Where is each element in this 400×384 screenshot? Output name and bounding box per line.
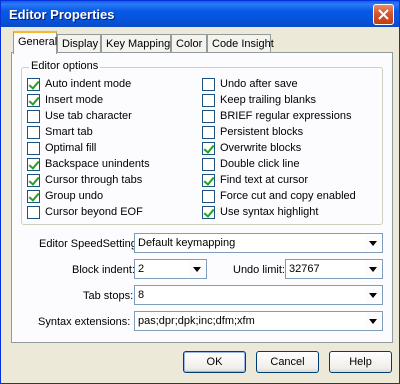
tab-color[interactable]: Color xyxy=(171,34,207,53)
syntax-extensions-value: pas;dpr;dpk;inc;dfm;xfm xyxy=(138,315,255,327)
checkbox-label: Group undo xyxy=(45,190,104,202)
checkbox-label: Overwrite blocks xyxy=(220,142,302,154)
checkbox[interactable] xyxy=(202,206,215,219)
tab-stops-select[interactable]: 8 xyxy=(134,285,383,305)
chevron-down-icon[interactable] xyxy=(365,261,381,277)
chevron-down-icon[interactable] xyxy=(365,313,381,329)
checkbox-label: Optimal fill xyxy=(45,142,97,154)
checkbox-label: BRIEF regular expressions xyxy=(220,110,352,122)
help-button[interactable]: Help xyxy=(329,351,392,373)
checkbox-label: Double click line xyxy=(220,158,300,170)
tab-stops-value: 8 xyxy=(138,289,145,301)
checkbox-label: Undo after save xyxy=(220,78,298,90)
checkbox-label: Smart tab xyxy=(45,126,93,138)
checkbox[interactable] xyxy=(202,158,215,171)
undo-limit-label: Undo limit: xyxy=(233,264,285,276)
checkbox[interactable] xyxy=(27,78,40,91)
syntax-extensions-select[interactable]: pas;dpr;dpk;inc;dfm;xfm xyxy=(134,311,383,331)
block-indent-value: 2 xyxy=(138,263,145,275)
undo-limit-select[interactable]: 32767 xyxy=(285,259,383,279)
tab-general[interactable]: General xyxy=(13,31,57,54)
checkbox-label: Use syntax highlight xyxy=(220,206,319,218)
chevron-down-icon[interactable] xyxy=(189,261,205,277)
tab-label: Code Insight xyxy=(212,38,274,50)
title-bar[interactable]: Editor Properties xyxy=(1,1,399,27)
cancel-button-label: Cancel xyxy=(270,356,305,368)
checkbox[interactable] xyxy=(27,94,40,107)
checkbox[interactable] xyxy=(202,110,215,123)
block-indent-label: Block indent: xyxy=(72,264,135,276)
speedsetting-label: Editor SpeedSetting: xyxy=(39,238,140,250)
help-button-label: Help xyxy=(349,356,372,368)
checkbox[interactable] xyxy=(202,94,215,107)
checkbox[interactable] xyxy=(202,78,215,91)
cancel-button[interactable]: Cancel xyxy=(256,351,319,373)
tab-label: Display xyxy=(62,38,99,50)
checkbox-label: Find text at cursor xyxy=(220,174,309,186)
checkbox[interactable] xyxy=(27,158,40,171)
checkbox[interactable] xyxy=(27,110,40,123)
close-button[interactable] xyxy=(373,4,394,25)
chevron-down-icon[interactable] xyxy=(365,287,381,303)
checkbox[interactable] xyxy=(202,142,215,155)
checkbox[interactable] xyxy=(202,174,215,187)
tab-display[interactable]: Display xyxy=(57,34,101,53)
checkbox-label: Backspace unindents xyxy=(45,158,150,170)
tab-stops-label: Tab stops: xyxy=(83,290,134,302)
speedsetting-select[interactable]: Default keymapping xyxy=(134,233,383,253)
checkbox-label: Keep trailing blanks xyxy=(220,94,317,106)
checkbox-label: Use tab character xyxy=(45,110,132,122)
checkbox[interactable] xyxy=(27,174,40,187)
tab-label: General xyxy=(18,36,58,48)
window-title: Editor Properties xyxy=(9,7,115,22)
checkbox-label: Insert mode xyxy=(45,94,104,106)
chevron-down-icon[interactable] xyxy=(365,235,381,251)
editor-options-group: Editor options Auto indent mode Insert m… xyxy=(21,60,383,225)
close-icon xyxy=(378,9,389,20)
tab-label: Key Mappings xyxy=(106,38,176,50)
general-tab-panel: Editor options Auto indent mode Insert m… xyxy=(11,52,393,343)
checkbox[interactable] xyxy=(202,126,215,139)
editor-properties-dialog: Editor Properties General Display Key Ma… xyxy=(0,0,400,384)
checkbox-label: Force cut and copy enabled xyxy=(220,190,356,202)
undo-limit-value: 32767 xyxy=(289,263,320,275)
checkbox-label: Auto indent mode xyxy=(45,78,132,90)
checkbox-label: Persistent blocks xyxy=(220,126,304,138)
ok-button-label: OK xyxy=(206,356,223,368)
checkbox[interactable] xyxy=(27,126,40,139)
checkbox[interactable] xyxy=(27,190,40,203)
speedsetting-value: Default keymapping xyxy=(138,237,236,249)
group-label: Editor options xyxy=(29,60,101,72)
checkbox-label: Cursor through tabs xyxy=(45,174,143,186)
checkbox[interactable] xyxy=(27,142,40,155)
tab-label: Color xyxy=(176,38,203,50)
checkbox[interactable] xyxy=(202,190,215,203)
checkbox[interactable] xyxy=(27,206,40,219)
block-indent-select[interactable]: 2 xyxy=(134,259,207,279)
tab-code-insight[interactable]: Code Insight xyxy=(207,34,274,53)
ok-button[interactable]: OK xyxy=(183,351,246,373)
tab-key-mappings[interactable]: Key Mappings xyxy=(101,34,176,53)
checkbox-label: Cursor beyond EOF xyxy=(45,206,143,218)
syntax-extensions-label: Syntax extensions: xyxy=(38,316,131,328)
